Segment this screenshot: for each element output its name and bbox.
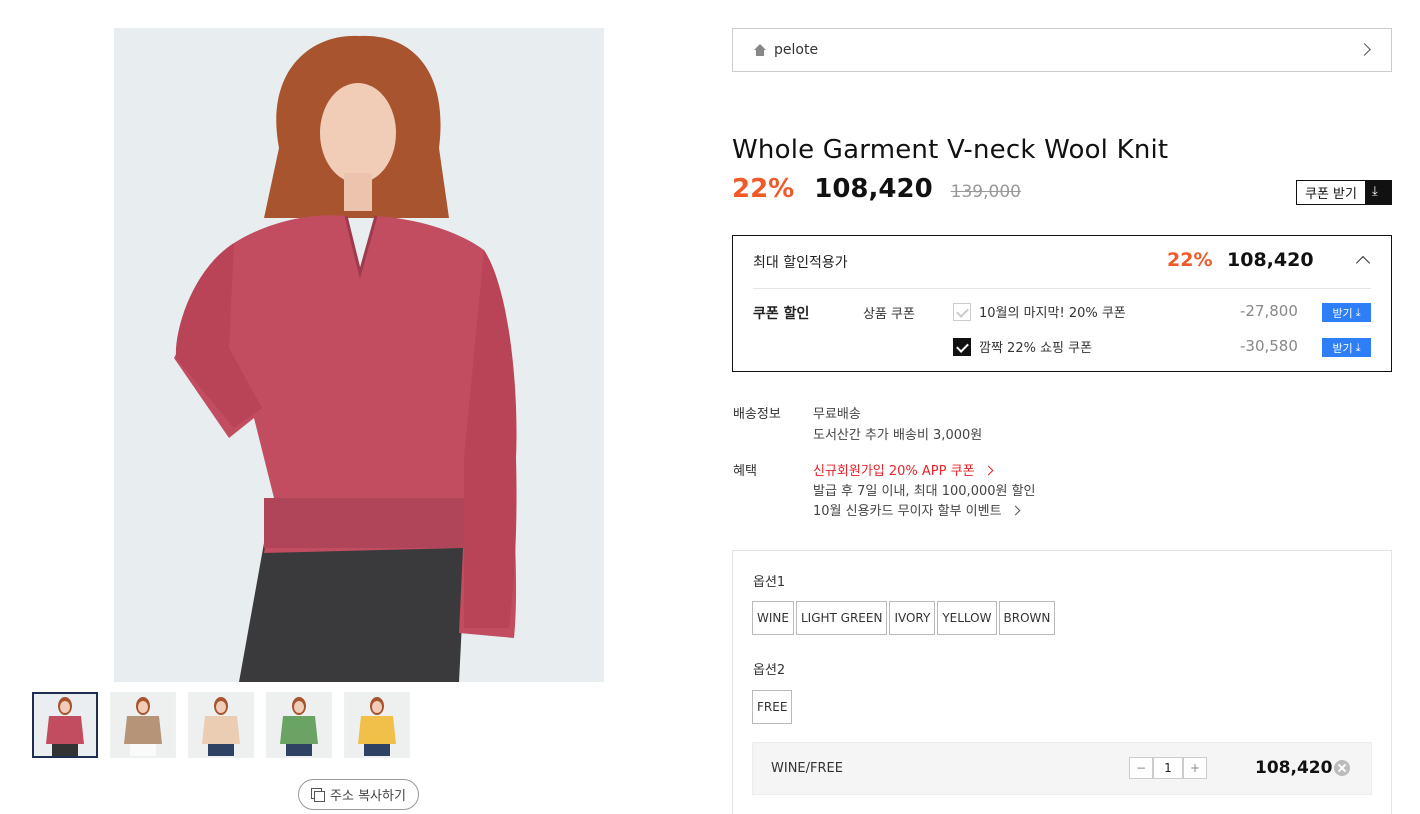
max-discount-price: 108,420 <box>1227 249 1314 271</box>
max-discount-panel: 최대 할인적용가 22% 108,420 쿠폰 할인 상품 쿠폰 10월의 마지… <box>732 235 1392 372</box>
option-brown[interactable]: BROWN <box>998 601 1056 635</box>
selected-option-name: WINE/FREE <box>771 761 843 776</box>
option2-label: 옵션2 <box>753 663 786 678</box>
decrease-button[interactable]: − <box>1129 757 1153 779</box>
divider <box>753 288 1371 289</box>
coupon-amount: -30,580 <box>1240 337 1298 355</box>
selected-option-row: WINE/FREE − 1 + 108,420 <box>752 742 1372 795</box>
copy-url-button[interactable]: 주소 복사하기 <box>298 779 419 810</box>
thumbnail-yellow[interactable] <box>344 692 410 758</box>
product-title: Whole Garment V-neck Wool Knit <box>732 135 1169 165</box>
original-price: 139,000 <box>950 182 1021 202</box>
copy-icon <box>311 788 326 802</box>
thumbnail-brown[interactable] <box>110 692 176 758</box>
coupon-name: 깜짝 22% 쇼핑 쿠폰 <box>979 341 1093 356</box>
option-ivory[interactable]: IVORY <box>889 601 936 635</box>
thumbnail-strip <box>32 692 410 758</box>
option-light-green[interactable]: LIGHT GREEN <box>795 601 888 635</box>
download-icon: ⤓ <box>1355 305 1361 319</box>
main-product-photo <box>114 28 604 682</box>
quantity-input[interactable]: 1 <box>1153 757 1183 779</box>
chevron-right-icon <box>983 465 993 476</box>
copy-url-label: 주소 복사하기 <box>330 789 406 804</box>
download-icon: ⤓ <box>1355 340 1361 354</box>
collapse-chevron-icon[interactable] <box>1355 255 1371 271</box>
remove-icon[interactable] <box>1334 760 1350 776</box>
coupon-name: 10월의 마지막! 20% 쿠폰 <box>979 306 1126 321</box>
options-panel: 옵션1 WINE LIGHT GREEN IVORY YELLOW BROWN … <box>732 550 1392 814</box>
chevron-right-icon <box>1358 43 1371 56</box>
app-coupon-detail: 발급 후 7일 이내, 최대 100,000원 할인 <box>813 484 1036 499</box>
coupon-row: 10월의 마지막! 20% 쿠폰 <box>953 302 1126 321</box>
coupon-section-label: 쿠폰 할인 <box>753 306 810 322</box>
home-icon <box>753 43 767 57</box>
max-discount-rate: 22% <box>1167 249 1213 271</box>
coupon-download-button[interactable]: 쿠폰 받기 <box>1296 180 1392 205</box>
coupon-amount: -27,800 <box>1240 302 1298 320</box>
shipping-extra-fee: 도서산간 추가 배송비 3,000원 <box>813 428 983 443</box>
coupon-row: 깜짝 22% 쇼핑 쿠폰 <box>953 337 1092 356</box>
shipping-free: 무료배송 <box>813 407 861 422</box>
chevron-right-icon <box>1010 505 1021 516</box>
app-coupon-text: 신규회원가입 20% APP 쿠폰 <box>813 464 975 479</box>
option-yellow[interactable]: YELLOW <box>937 601 997 635</box>
option-free[interactable]: FREE <box>752 690 793 724</box>
quantity-stepper: − 1 + <box>1129 757 1207 779</box>
option2-values: FREE <box>752 690 793 724</box>
shipping-label: 배송정보 <box>733 407 781 422</box>
brand-link[interactable]: pelote <box>732 28 1392 72</box>
coupon-type-label: 상품 쿠폰 <box>863 307 915 322</box>
coupon-checkbox-checked[interactable] <box>953 337 971 356</box>
thumbnail-ivory[interactable] <box>188 692 254 758</box>
price-row: 22% 108,420 139,000 <box>732 174 1021 204</box>
brand-name: pelote <box>774 42 819 58</box>
coupon-download-label: 쿠폰 받기 <box>1305 187 1357 202</box>
option1-values: WINE LIGHT GREEN IVORY YELLOW BROWN <box>752 601 1056 635</box>
selected-option-price: 108,420 <box>1255 758 1333 778</box>
card-event-link[interactable]: 10월 신용카드 무이자 할부 이벤트 <box>813 500 1021 519</box>
option-wine[interactable]: WINE <box>752 601 794 635</box>
benefits-label: 혜택 <box>733 464 757 479</box>
coupon-receive-label: 받기 <box>1332 306 1353 320</box>
sale-price: 108,420 <box>814 174 933 204</box>
coupon-receive-label: 받기 <box>1332 341 1353 355</box>
coupon-checkbox[interactable] <box>953 302 971 321</box>
increase-button[interactable]: + <box>1183 757 1207 779</box>
download-icon <box>1365 181 1391 204</box>
card-event-text: 10월 신용카드 무이자 할부 이벤트 <box>813 504 1002 519</box>
coupon-receive-button[interactable]: 받기 ⤓ <box>1322 303 1371 322</box>
app-coupon-link[interactable]: 신규회원가입 20% APP 쿠폰 <box>813 460 993 479</box>
thumbnail-light-green[interactable] <box>266 692 332 758</box>
option1-label: 옵션1 <box>753 575 786 590</box>
discount-rate: 22% <box>732 174 795 204</box>
max-discount-title: 최대 할인적용가 <box>753 255 848 271</box>
thumbnail-wine[interactable] <box>32 692 98 758</box>
coupon-receive-button[interactable]: 받기 ⤓ <box>1322 338 1371 357</box>
